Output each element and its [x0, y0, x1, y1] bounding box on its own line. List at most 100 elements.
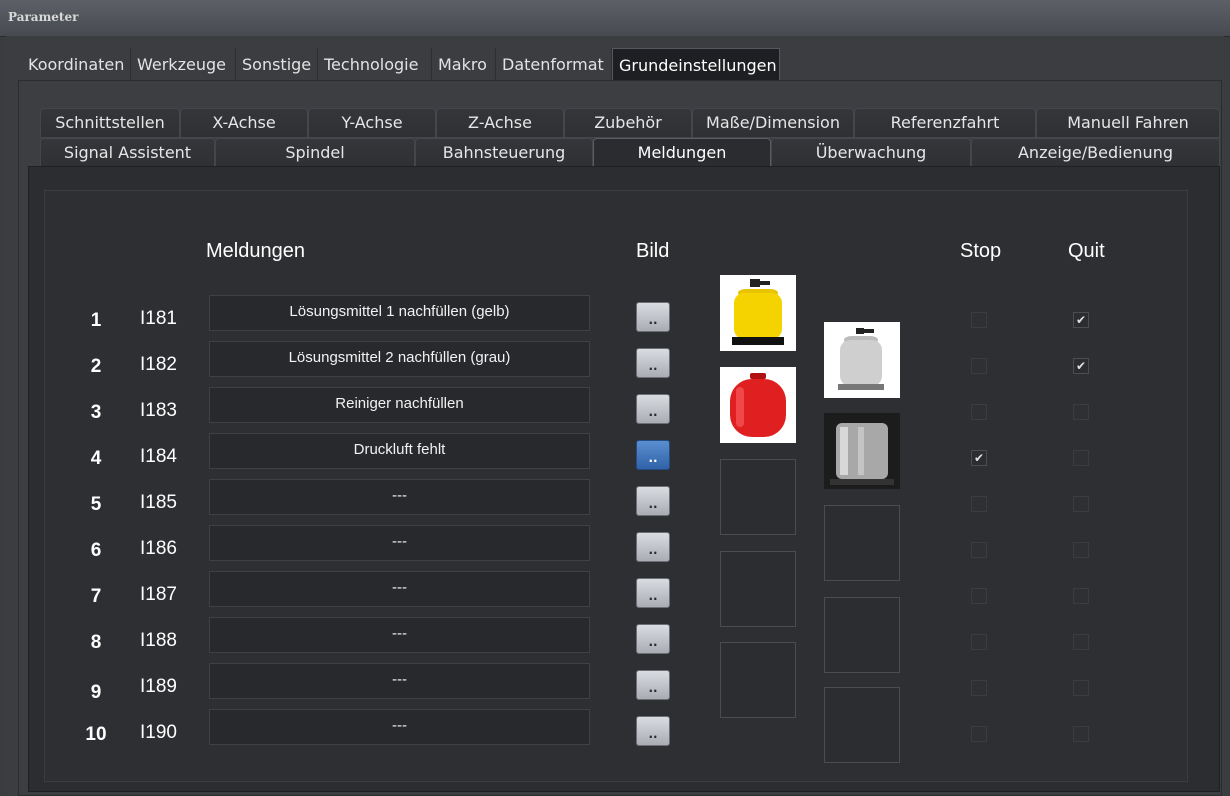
- subtab-row-2: Signal Assistent Spindel Bahnsteuerung M…: [40, 138, 1220, 168]
- message-text-field[interactable]: Lösungsmittel 1 nachfüllen (gelb): [209, 295, 590, 331]
- message-text-field[interactable]: ---: [209, 617, 590, 653]
- select-image-button[interactable]: ..: [636, 532, 670, 562]
- select-image-button[interactable]: ..: [636, 440, 670, 470]
- subtab-signal-assistent[interactable]: Signal Assistent: [40, 138, 215, 168]
- row-number: 4: [90, 448, 102, 469]
- stop-checkbox[interactable]: [971, 358, 987, 374]
- top-tab-bar: Koordinaten Werkzeuge Sonstige Technolog…: [22, 48, 780, 80]
- message-code: I187: [140, 584, 177, 605]
- row-number: 7: [90, 586, 102, 607]
- header-quit: Quit: [1068, 240, 1105, 262]
- empty-image-slot[interactable]: [824, 687, 900, 763]
- message-code: I181: [140, 308, 177, 329]
- title-bar: Parameter: [0, 0, 1230, 37]
- message-code: I184: [140, 446, 177, 467]
- select-image-button[interactable]: ..: [636, 394, 670, 424]
- stop-checkbox[interactable]: [971, 542, 987, 558]
- quit-checkbox[interactable]: [1073, 542, 1089, 558]
- message-code: I186: [140, 538, 177, 559]
- quit-checkbox[interactable]: ✔: [1073, 358, 1089, 374]
- message-code: I185: [140, 492, 177, 513]
- subtab-schnittstellen[interactable]: Schnittstellen: [40, 108, 180, 138]
- red-gas-cylinder-icon: [720, 367, 796, 443]
- stop-checkbox[interactable]: [971, 726, 987, 742]
- message-text-field[interactable]: Druckluft fehlt: [209, 433, 590, 469]
- message-text-field[interactable]: ---: [209, 709, 590, 745]
- grey-gas-bottle-icon: [824, 322, 900, 398]
- tab-technologie[interactable]: Technologie: [318, 48, 432, 80]
- empty-image-slot[interactable]: [720, 551, 796, 627]
- message-text-field[interactable]: ---: [209, 663, 590, 699]
- message-code: I183: [140, 400, 177, 421]
- empty-image-slot[interactable]: [720, 642, 796, 718]
- select-image-button[interactable]: ..: [636, 578, 670, 608]
- stop-checkbox[interactable]: [971, 312, 987, 328]
- tab-koordinaten[interactable]: Koordinaten: [22, 48, 131, 80]
- window-title: Parameter: [8, 10, 79, 24]
- row-number: 6: [90, 540, 102, 561]
- message-text-field[interactable]: ---: [209, 525, 590, 561]
- select-image-button[interactable]: ..: [636, 716, 670, 746]
- select-image-button[interactable]: ..: [636, 624, 670, 654]
- stop-checkbox[interactable]: [971, 588, 987, 604]
- select-image-button[interactable]: ..: [636, 486, 670, 516]
- header-bild: Bild: [636, 240, 670, 262]
- stop-checkbox[interactable]: [971, 634, 987, 650]
- tab-makro[interactable]: Makro: [432, 48, 496, 80]
- header-stop: Stop: [960, 240, 1002, 262]
- subtab-referenzfahrt[interactable]: Referenzfahrt: [854, 108, 1036, 138]
- subtab-zubehoer[interactable]: Zubehör: [564, 108, 692, 138]
- message-text-field[interactable]: Reiniger nachfüllen: [209, 387, 590, 423]
- empty-image-slot[interactable]: [824, 505, 900, 581]
- row-number: 3: [90, 402, 102, 423]
- message-code: I182: [140, 354, 177, 375]
- subtab-ueberwachung[interactable]: Überwachung: [771, 138, 971, 168]
- subtab-bahnsteuerung[interactable]: Bahnsteuerung: [415, 138, 593, 168]
- empty-image-slot[interactable]: [824, 597, 900, 673]
- stop-checkbox[interactable]: [971, 404, 987, 420]
- subtab-masse-dimension[interactable]: Maße/Dimension: [692, 108, 854, 138]
- stop-checkbox[interactable]: ✔: [971, 450, 987, 466]
- row-number: 5: [90, 494, 102, 515]
- quit-checkbox[interactable]: [1073, 450, 1089, 466]
- stop-checkbox[interactable]: [971, 496, 987, 512]
- row-number: 2: [90, 356, 102, 377]
- message-code: I190: [140, 722, 177, 743]
- select-image-button[interactable]: ..: [636, 670, 670, 700]
- quit-checkbox[interactable]: ✔: [1073, 312, 1089, 328]
- tab-grundeinstellungen[interactable]: Grundeinstellungen: [612, 48, 780, 80]
- subtab-x-achse[interactable]: X-Achse: [180, 108, 308, 138]
- yellow-gas-bottle-icon: [720, 275, 796, 351]
- message-code: I189: [140, 676, 177, 697]
- row-number: 1: [90, 310, 102, 331]
- subtab-z-achse[interactable]: Z-Achse: [436, 108, 564, 138]
- stop-checkbox[interactable]: [971, 680, 987, 696]
- quit-checkbox[interactable]: [1073, 588, 1089, 604]
- subtab-row-1: Schnittstellen X-Achse Y-Achse Z-Achse Z…: [40, 108, 1220, 138]
- empty-image-slot[interactable]: [720, 459, 796, 535]
- quit-checkbox[interactable]: [1073, 404, 1089, 420]
- message-text-field[interactable]: ---: [209, 571, 590, 607]
- row-number: 10: [85, 724, 107, 745]
- subtab-meldungen[interactable]: Meldungen: [593, 138, 771, 168]
- message-code: I188: [140, 630, 177, 651]
- quit-checkbox[interactable]: [1073, 496, 1089, 512]
- row-number: 8: [90, 632, 102, 653]
- subtab-y-achse[interactable]: Y-Achse: [308, 108, 436, 138]
- row-number: 9: [90, 682, 102, 703]
- tab-werkzeuge[interactable]: Werkzeuge: [131, 48, 236, 80]
- tab-datenformat[interactable]: Datenformat: [496, 48, 612, 80]
- steel-tank-icon: [824, 413, 900, 489]
- tab-sonstige[interactable]: Sonstige: [236, 48, 318, 80]
- header-meldungen: Meldungen: [206, 240, 305, 262]
- subtab-manuell-fahren[interactable]: Manuell Fahren: [1036, 108, 1220, 138]
- quit-checkbox[interactable]: [1073, 634, 1089, 650]
- subtab-spindel[interactable]: Spindel: [215, 138, 415, 168]
- message-text-field[interactable]: ---: [209, 479, 590, 515]
- select-image-button[interactable]: ..: [636, 348, 670, 378]
- message-text-field[interactable]: Lösungsmittel 2 nachfüllen (grau): [209, 341, 590, 377]
- subtab-anzeige-bedienung[interactable]: Anzeige/Bedienung: [971, 138, 1220, 168]
- quit-checkbox[interactable]: [1073, 726, 1089, 742]
- quit-checkbox[interactable]: [1073, 680, 1089, 696]
- select-image-button[interactable]: ..: [636, 302, 670, 332]
